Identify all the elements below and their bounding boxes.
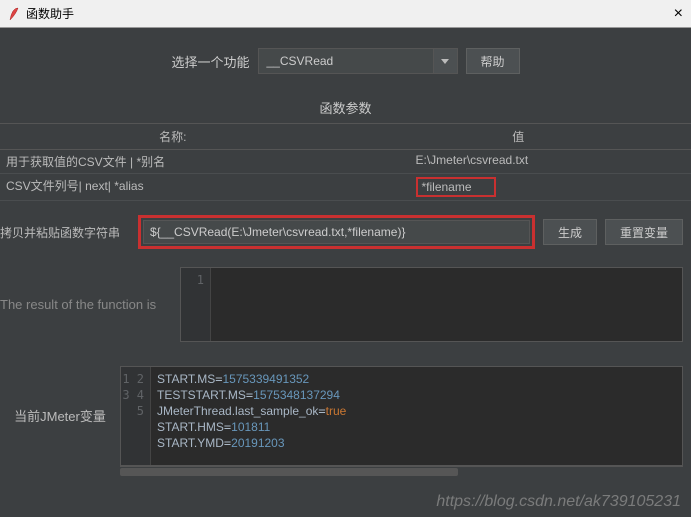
param-name: CSV文件列号| next| *alias bbox=[0, 174, 346, 200]
titlebar: 函数助手 × bbox=[0, 0, 691, 28]
function-selector-row: 选择一个功能 __CSVRead 帮助 bbox=[0, 28, 691, 92]
vars-box[interactable]: 1 2 3 4 5 START.MS=1575339491352 TESTSTA… bbox=[120, 366, 683, 466]
header-name: 名称: bbox=[0, 124, 346, 149]
table-row[interactable]: CSV文件列号| next| *alias*filename bbox=[0, 174, 691, 201]
content: 选择一个功能 __CSVRead 帮助 函数参数 名称: 值 用于获取值的CSV… bbox=[0, 28, 691, 480]
chevron-down-icon[interactable] bbox=[433, 49, 457, 73]
function-combo-value: __CSVRead bbox=[259, 54, 433, 68]
function-string-input[interactable] bbox=[143, 220, 530, 244]
generate-button[interactable]: 生成 bbox=[543, 219, 597, 245]
function-string-row: 拷贝并粘贴函数字符串 生成 重置变量 bbox=[0, 201, 691, 263]
param-name: 用于获取值的CSV文件 | *别名 bbox=[0, 150, 346, 173]
param-value[interactable]: *filename bbox=[346, 174, 691, 200]
params-title: 函数参数 bbox=[0, 92, 691, 123]
selector-label: 选择一个功能 bbox=[171, 52, 249, 71]
param-value[interactable]: E:\Jmeter\csvread.txt bbox=[346, 150, 691, 173]
close-icon[interactable]: × bbox=[674, 5, 683, 23]
watermark: https://blog.csdn.net/ak739105231 bbox=[436, 493, 681, 511]
app-icon bbox=[8, 6, 20, 22]
window-title: 函数助手 bbox=[26, 5, 674, 22]
result-gutter: 1 bbox=[181, 268, 211, 341]
result-row: The result of the function is 1 bbox=[0, 263, 691, 362]
vars-label: 当前JMeter变量 bbox=[0, 366, 120, 476]
vars-gutter: 1 2 3 4 5 bbox=[121, 367, 151, 465]
vars-row: 当前JMeter变量 1 2 3 4 5 START.MS=1575339491… bbox=[0, 362, 691, 480]
header-value: 值 bbox=[346, 124, 691, 149]
params-table: 名称: 值 用于获取值的CSV文件 | *别名E:\Jmeter\csvread… bbox=[0, 123, 691, 201]
result-box[interactable]: 1 bbox=[180, 267, 683, 342]
reset-button[interactable]: 重置变量 bbox=[605, 219, 683, 245]
scrollbar-thumb[interactable] bbox=[120, 468, 458, 476]
function-combo[interactable]: __CSVRead bbox=[258, 48, 458, 74]
params-header: 名称: 值 bbox=[0, 123, 691, 150]
function-string-label: 拷贝并粘贴函数字符串 bbox=[0, 224, 130, 241]
function-string-highlight bbox=[138, 215, 535, 249]
result-content bbox=[211, 268, 682, 341]
vars-scrollbar[interactable] bbox=[120, 466, 683, 476]
result-label: The result of the function is bbox=[0, 267, 180, 342]
table-row[interactable]: 用于获取值的CSV文件 | *别名E:\Jmeter\csvread.txt bbox=[0, 150, 691, 174]
help-button[interactable]: 帮助 bbox=[466, 48, 520, 74]
vars-content: START.MS=1575339491352 TESTSTART.MS=1575… bbox=[151, 367, 682, 465]
